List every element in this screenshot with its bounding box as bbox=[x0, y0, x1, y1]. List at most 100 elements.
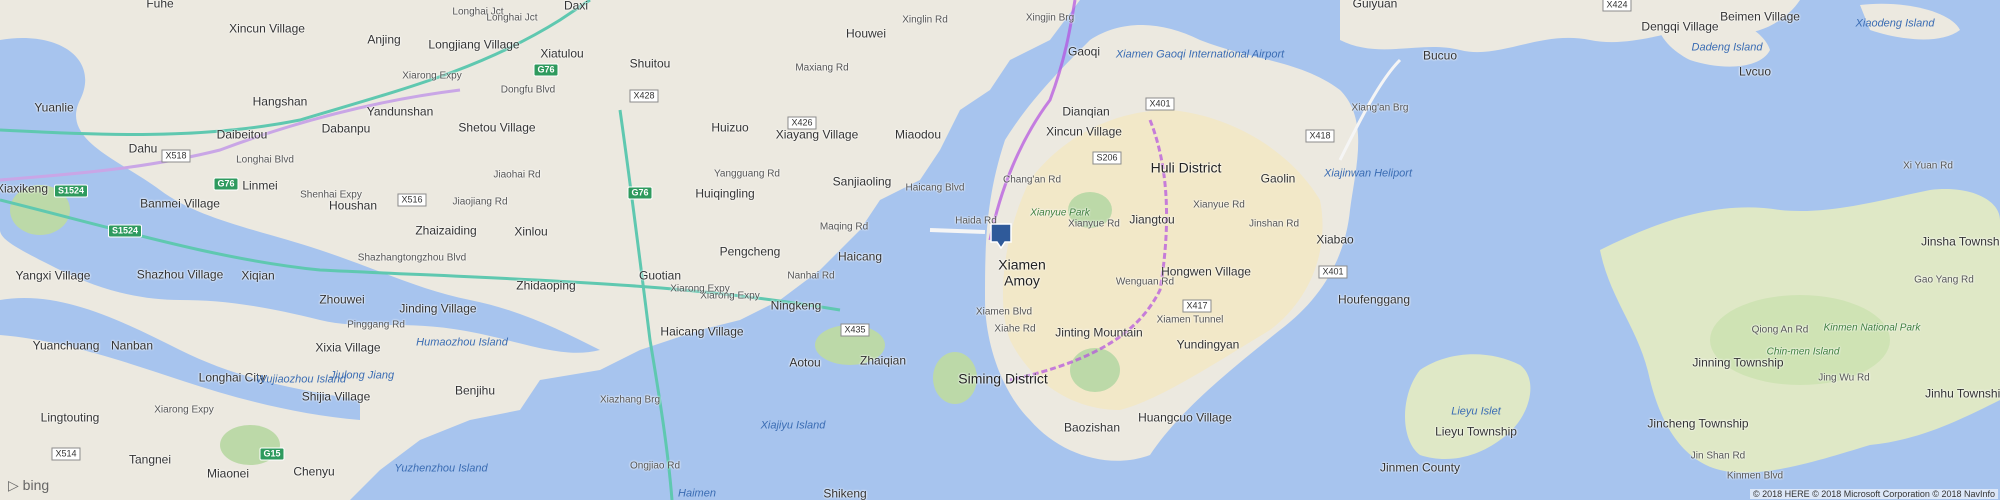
place-label: Xiatulou bbox=[540, 46, 584, 61]
place-label: Dabanpu bbox=[321, 121, 371, 136]
place-label: Huizuo bbox=[711, 120, 749, 135]
place-label: Lvcuo bbox=[1738, 64, 1772, 79]
road-shield: S1524 bbox=[53, 184, 89, 198]
place-label: Hangshan bbox=[252, 94, 308, 109]
road-label: Haicang Blvd bbox=[905, 182, 965, 194]
place-label: Xiayang Village bbox=[775, 127, 859, 142]
place-label: Bucuo bbox=[1422, 48, 1458, 63]
road-label: Gao Yang Rd bbox=[1914, 274, 1974, 286]
place-label: Xiqian bbox=[241, 268, 275, 283]
road-label: Shazhangtongzhou Blvd bbox=[357, 252, 467, 264]
place-label: Hongwen Village bbox=[1161, 264, 1251, 279]
map-canvas[interactable]: Fuhe Xincun Village Daxi Guiyuan Bucuo D… bbox=[0, 0, 2000, 500]
place-label: Shuitou bbox=[629, 56, 671, 71]
island-label: Humaozhou Island bbox=[416, 336, 508, 349]
place-label: Shazhou Village bbox=[136, 267, 224, 282]
place-label: Huiqingling bbox=[695, 186, 755, 201]
place-label: Haicang Village bbox=[660, 324, 744, 339]
road-label: Xianyue Rd bbox=[1068, 218, 1120, 230]
road-label: Jing Wu Rd bbox=[1818, 372, 1870, 384]
place-label: Jinsha Township bbox=[1921, 234, 2000, 249]
road-label: Wenguan Rd bbox=[1115, 276, 1175, 288]
road-shield: G15 bbox=[259, 447, 285, 461]
water-label: Haimen bbox=[678, 487, 716, 500]
district-label: Amoy bbox=[1004, 272, 1040, 289]
road-shield: X516 bbox=[397, 193, 427, 207]
place-label: Dengqi Village bbox=[1641, 19, 1719, 34]
place-label: Xiaxikeng bbox=[0, 181, 49, 196]
road-label: Longhai Blvd bbox=[236, 154, 294, 166]
road-label: Xingjin Brg bbox=[1025, 12, 1075, 24]
place-label: Nanban bbox=[110, 338, 154, 353]
place-label: Shetou Village bbox=[458, 120, 536, 135]
airport-label: Xiamen Gaoqi International Airport bbox=[1115, 48, 1285, 61]
place-label: Shikeng bbox=[823, 486, 867, 500]
place-label: Haicang bbox=[837, 249, 883, 264]
place-label: Gaolin bbox=[1260, 171, 1296, 186]
copyright-attribution: © 2018 HERE © 2018 Microsoft Corporation… bbox=[1749, 489, 1998, 499]
place-label: Houwei bbox=[845, 26, 887, 41]
place-label: Guotian bbox=[638, 268, 682, 283]
road-shield: G76 bbox=[533, 63, 559, 77]
place-label: Beimen Village bbox=[1720, 9, 1800, 24]
place-label: Dahu bbox=[128, 141, 158, 156]
location-pin-icon[interactable] bbox=[990, 223, 1012, 249]
place-label: Dianqian bbox=[1062, 104, 1110, 119]
road-label: Dongfu Blvd bbox=[500, 84, 556, 96]
road-shield: X417 bbox=[1182, 299, 1212, 313]
bing-logo[interactable]: ▷ bing bbox=[8, 477, 49, 494]
road-shield: X435 bbox=[840, 323, 870, 337]
road-label: Xiarong Expy bbox=[402, 70, 462, 82]
road-label: Ongjiao Rd bbox=[629, 460, 681, 472]
place-label: Zhouwei bbox=[319, 292, 365, 307]
place-label: Xincun Village bbox=[229, 21, 305, 36]
road-label: Xiarong Expy bbox=[154, 404, 214, 416]
bing-logo-text: bing bbox=[22, 477, 50, 493]
island-label: Lieyu Islet bbox=[1451, 405, 1501, 418]
place-label: Yuanlie bbox=[34, 100, 74, 115]
road-label: Maqing Rd bbox=[819, 221, 869, 233]
island-label: Yuzhenzhou Island bbox=[394, 462, 488, 475]
haicang-bridge bbox=[929, 228, 986, 234]
road-label: Xiazhang Brg bbox=[599, 394, 661, 406]
district-label: Siming District bbox=[958, 370, 1048, 387]
place-label: Xixia Village bbox=[315, 340, 381, 355]
road-label: Maxiang Rd bbox=[795, 62, 849, 74]
road-label: Jiaohai Rd bbox=[493, 169, 541, 181]
place-label: Linmei bbox=[242, 178, 278, 193]
place-label: Houfenggang bbox=[1337, 292, 1411, 307]
road-label: Xianyue Rd bbox=[1193, 199, 1245, 211]
road-shield: X428 bbox=[629, 89, 659, 103]
road-label: Longhai Jct bbox=[486, 12, 538, 24]
place-label: Daxi bbox=[563, 0, 589, 13]
place-label: Zhaiqian bbox=[859, 353, 907, 368]
road-label: Chang'an Rd bbox=[1002, 174, 1062, 186]
place-label: Xincun Village bbox=[1046, 124, 1122, 139]
island-label: Xiaodeng Island bbox=[1855, 17, 1935, 30]
road-label: Shenhai Expy bbox=[300, 189, 362, 201]
heliport-label: Xiajinwan Heliport bbox=[1323, 167, 1413, 180]
place-label: Xiabao bbox=[1316, 232, 1354, 247]
place-label: Gaoqi bbox=[1067, 44, 1101, 59]
road-shield: G76 bbox=[627, 186, 653, 200]
district-label: Huli District bbox=[1150, 159, 1222, 176]
place-label: Jincheng Township bbox=[1647, 416, 1749, 431]
road-label: Nanhai Rd bbox=[787, 270, 835, 282]
road-label: Xiamen Tunnel bbox=[1156, 314, 1224, 326]
place-label: Banmei Village bbox=[140, 196, 220, 211]
place-label: Yandunshan bbox=[366, 104, 434, 119]
park-jinting bbox=[1070, 348, 1120, 392]
river-label: Jiulong Jiang bbox=[329, 369, 395, 382]
island-label: Dadeng Island bbox=[1691, 41, 1763, 54]
place-label: Miaonei bbox=[206, 466, 250, 481]
place-label: Sanjiaoling bbox=[832, 174, 892, 189]
place-label: Jinting Mountain bbox=[1055, 325, 1143, 340]
place-label: Shijia Village bbox=[301, 389, 371, 404]
road-shield: S1524 bbox=[107, 224, 143, 238]
island-label: Xiajiyu Island bbox=[760, 419, 826, 432]
place-label: Jinding Village bbox=[399, 301, 477, 316]
place-label: Chenyu bbox=[293, 464, 335, 479]
place-label: Zhaizaiding bbox=[415, 223, 477, 238]
place-label: Lieyu Township bbox=[1435, 424, 1517, 439]
road-shield: X401 bbox=[1145, 97, 1175, 111]
